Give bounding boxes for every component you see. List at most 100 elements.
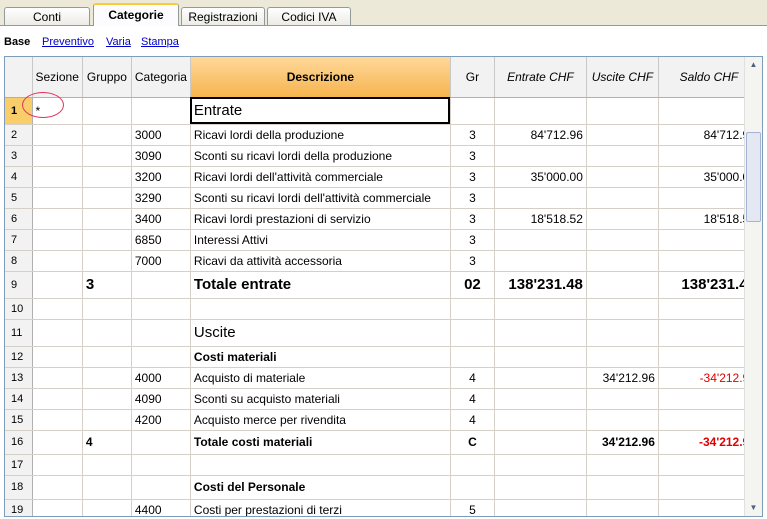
gruppo-cell[interactable] <box>82 409 132 431</box>
gr-cell[interactable]: C <box>450 430 495 455</box>
gruppo-cell[interactable] <box>82 298 132 320</box>
gruppo-cell[interactable] <box>82 97 132 125</box>
descrizione-cell[interactable]: Interessi Attivi <box>190 229 451 251</box>
scroll-down-icon[interactable]: ▼ <box>746 500 761 516</box>
gruppo-cell[interactable] <box>82 388 132 410</box>
descrizione-cell[interactable]: Sconti su acquisto materiali <box>190 388 451 410</box>
categoria-cell[interactable]: 4200 <box>131 409 191 431</box>
tab-codici-iva[interactable]: Codici IVA <box>267 7 351 25</box>
header-rownum[interactable] <box>5 57 33 98</box>
gr-cell[interactable] <box>450 346 495 368</box>
sezione-cell[interactable]: * <box>32 97 83 125</box>
gr-cell[interactable]: 3 <box>450 166 495 188</box>
gruppo-cell[interactable] <box>82 475 132 500</box>
vertical-scrollbar[interactable]: ▲ ▼ <box>744 57 762 516</box>
gruppo-cell[interactable] <box>82 250 132 272</box>
gruppo-cell[interactable] <box>82 124 132 146</box>
gr-cell[interactable] <box>450 475 495 500</box>
sezione-cell[interactable] <box>32 388 83 410</box>
sezione-cell[interactable] <box>32 319 83 347</box>
gr-cell[interactable]: 4 <box>450 367 495 389</box>
sezione-cell[interactable] <box>32 499 83 516</box>
descrizione-cell[interactable]: Ricavi da attività accessoria <box>190 250 451 272</box>
gr-cell[interactable] <box>450 298 495 320</box>
view-base[interactable]: Base <box>4 36 30 48</box>
sezione-cell[interactable] <box>32 187 83 209</box>
entrate-cell[interactable] <box>494 409 587 431</box>
gruppo-cell[interactable] <box>82 367 132 389</box>
entrate-cell[interactable]: 138'231.48 <box>494 271 587 299</box>
view-varia[interactable]: Varia <box>106 36 131 48</box>
uscite-cell[interactable] <box>586 97 659 125</box>
table-row[interactable]: 17 <box>5 454 760 476</box>
categoria-cell[interactable] <box>131 475 191 500</box>
descrizione-cell[interactable] <box>190 298 451 320</box>
categoria-cell[interactable] <box>131 346 191 368</box>
table-row[interactable]: 19 4400 Costi per prestazioni di terzi 5 <box>5 499 760 516</box>
uscite-cell[interactable] <box>586 499 659 516</box>
entrate-cell[interactable] <box>494 499 587 516</box>
categoria-cell[interactable]: 4400 <box>131 499 191 516</box>
gruppo-cell[interactable] <box>82 346 132 368</box>
uscite-cell[interactable] <box>586 166 659 188</box>
sezione-cell[interactable] <box>32 124 83 146</box>
uscite-cell[interactable] <box>586 208 659 230</box>
gr-cell[interactable]: 4 <box>450 409 495 431</box>
uscite-cell[interactable] <box>586 454 659 476</box>
sezione-cell[interactable] <box>32 166 83 188</box>
uscite-cell[interactable] <box>586 124 659 146</box>
entrate-cell[interactable]: 84'712.96 <box>494 124 587 146</box>
gruppo-cell[interactable] <box>82 319 132 347</box>
view-preventivo[interactable]: Preventivo <box>42 36 94 48</box>
descrizione-cell[interactable]: Totale entrate <box>190 271 451 299</box>
uscite-cell[interactable] <box>586 319 659 347</box>
entrate-cell[interactable] <box>494 454 587 476</box>
sezione-cell[interactable] <box>32 346 83 368</box>
categoria-cell[interactable]: 3000 <box>131 124 191 146</box>
gr-cell[interactable]: 3 <box>450 250 495 272</box>
uscite-cell[interactable] <box>586 409 659 431</box>
entrate-cell[interactable] <box>494 145 587 167</box>
table-row[interactable]: 18 Costi del Personale <box>5 475 760 500</box>
gruppo-cell[interactable]: 4 <box>82 430 132 455</box>
entrate-cell[interactable] <box>494 187 587 209</box>
entrate-cell[interactable] <box>494 430 587 455</box>
categoria-cell[interactable] <box>131 319 191 347</box>
table-row[interactable]: 1 * Entrate <box>5 97 760 125</box>
entrate-cell[interactable] <box>494 475 587 500</box>
gr-cell[interactable]: 3 <box>450 229 495 251</box>
descrizione-cell[interactable]: Sconti su ricavi lordi della produzione <box>190 145 451 167</box>
table-row[interactable]: 16 4 Totale costi materiali C 34'212.96 -34'2… <box>5 430 760 455</box>
categoria-cell[interactable] <box>131 454 191 476</box>
descrizione-cell[interactable]: Costi per prestazioni di terzi <box>190 499 451 516</box>
table-row[interactable]: 13 4000 Acquisto di materiale 4 34'212.96 -34… <box>5 367 760 389</box>
header-sezione[interactable]: Sezione <box>32 57 83 98</box>
gruppo-cell[interactable] <box>82 187 132 209</box>
uscite-cell[interactable] <box>586 346 659 368</box>
gr-cell[interactable] <box>450 454 495 476</box>
uscite-cell[interactable] <box>586 475 659 500</box>
sezione-cell[interactable] <box>32 454 83 476</box>
categoria-cell[interactable]: 4000 <box>131 367 191 389</box>
entrate-cell[interactable] <box>494 298 587 320</box>
gr-cell[interactable]: 3 <box>450 124 495 146</box>
table-row[interactable]: 10 <box>5 298 760 320</box>
descrizione-cell[interactable]: Ricavi lordi della produzione <box>190 124 451 146</box>
entrate-cell[interactable] <box>494 229 587 251</box>
entrate-cell[interactable] <box>494 367 587 389</box>
descrizione-cell[interactable]: Uscite <box>190 319 451 347</box>
gr-cell[interactable]: 02 <box>450 271 495 299</box>
categoria-cell[interactable]: 4090 <box>131 388 191 410</box>
categoria-cell[interactable]: 6850 <box>131 229 191 251</box>
gruppo-cell[interactable] <box>82 229 132 251</box>
table-row[interactable]: 2 3000 Ricavi lordi della produzione 3 84'71… <box>5 124 760 146</box>
header-descrizione[interactable]: Descrizione <box>190 57 451 98</box>
uscite-cell[interactable]: 34'212.96 <box>586 367 659 389</box>
gr-cell[interactable]: 3 <box>450 187 495 209</box>
gruppo-cell[interactable] <box>82 454 132 476</box>
gruppo-cell[interactable]: 3 <box>82 271 132 299</box>
header-entrate[interactable]: Entrate CHF <box>494 57 587 98</box>
descrizione-cell[interactable]: Acquisto merce per rivendita <box>190 409 451 431</box>
sezione-cell[interactable] <box>32 208 83 230</box>
sezione-cell[interactable] <box>32 145 83 167</box>
